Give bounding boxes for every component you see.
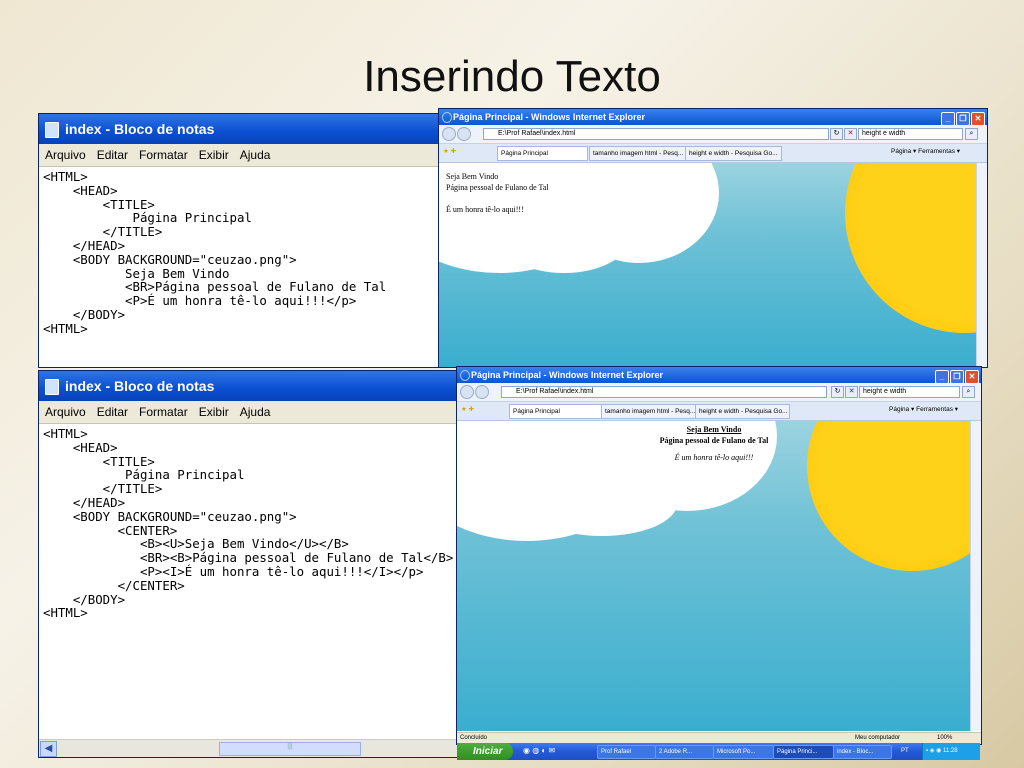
notepad-window-top[interactable]: index - Bloco de notas Arquivo Editar Form…	[38, 113, 442, 368]
notepad-icon	[45, 379, 59, 395]
stop-icon[interactable]: ✕	[844, 128, 857, 140]
taskbar: Iniciar ◉ ◍ ◐ ✉ Prof Rafael 2 Adobe R...…	[457, 743, 980, 760]
ie-icon	[460, 370, 470, 381]
task-powerpoint[interactable]: Microsoft Po...	[713, 745, 774, 759]
notepad-title-bar[interactable]: index - Bloco de notas	[39, 371, 459, 401]
favorites-star-icon[interactable]: ★ ✚	[461, 405, 474, 413]
code-text-area[interactable]: <HTML> <HEAD> <TITLE> Página Principal <…	[39, 167, 441, 336]
notepad-title-bar[interactable]: index - Bloco de notas	[39, 114, 441, 144]
task-adobe[interactable]: 2 Adobe R...	[655, 745, 714, 759]
search-input[interactable]: height e width	[858, 128, 963, 140]
forward-icon[interactable]	[457, 127, 471, 141]
scroll-thumb[interactable]: |||	[219, 742, 361, 756]
close-icon[interactable]: ✕	[971, 112, 985, 126]
notepad-title: index - Bloco de notas	[65, 121, 215, 137]
page-viewport[interactable]: Seja Bem Vindo Página pessoal de Fulano …	[439, 163, 987, 367]
window-buttons: _ ❐ ✕	[934, 368, 979, 384]
horizontal-scrollbar[interactable]: ◀ |||	[39, 739, 459, 757]
address-bar-row: E:\Prof Rafael\index.html ↻ ✕ height e w…	[457, 383, 981, 402]
clock: 11:28	[942, 748, 958, 754]
tab-height-width[interactable]: height e width - Pesquisa Go...	[695, 404, 790, 419]
refresh-icon[interactable]: ↻	[831, 386, 844, 398]
greeting-text: É um honra tê-lo aqui!!!	[446, 205, 524, 214]
browser-title-bar[interactable]: Página Principal - Windows Internet Expl…	[457, 367, 981, 384]
nav-buttons	[460, 385, 490, 399]
stop-icon[interactable]: ✕	[845, 386, 858, 398]
task-pagina-principal[interactable]: Página Princi...	[773, 745, 834, 759]
notepad-title: index - Bloco de notas	[65, 378, 215, 394]
window-buttons: _ ❐ ✕	[940, 110, 985, 126]
address-input[interactable]: E:\Prof Rafael\index.html	[483, 128, 829, 140]
tab-height-width[interactable]: height e width - Pesquisa Go...	[685, 146, 782, 161]
notepad-window-bottom[interactable]: index - Bloco de notas Arquivo Editar Form…	[38, 370, 460, 758]
browser-window-bottom[interactable]: Página Principal - Windows Internet Expl…	[456, 366, 982, 745]
tab-tamanho-imagem[interactable]: tamanho imagem html - Pesq...	[601, 404, 696, 419]
tray-icons[interactable]: ▪ ◈ ◉	[926, 748, 943, 754]
menu-arquivo[interactable]: Arquivo	[45, 148, 86, 162]
vertical-scrollbar[interactable]	[976, 163, 987, 367]
task-prof-rafael[interactable]: Prof Rafael	[597, 745, 656, 759]
restore-icon[interactable]: ❐	[956, 112, 970, 126]
menu-bar: Arquivo Editar Formatar Exibir Ajuda	[39, 144, 441, 167]
address-bar-row: E:\Prof Rafael\index.html ↻ ✕ height e w…	[439, 125, 987, 144]
scroll-left-icon[interactable]: ◀	[40, 741, 57, 757]
tab-bar: ★ ✚ Página Principal tamanho imagem html…	[439, 144, 987, 163]
menu-formatar[interactable]: Formatar	[139, 405, 188, 419]
cloud-image	[527, 471, 677, 536]
tab-pagina-principal[interactable]: Página Principal	[509, 404, 602, 419]
close-icon[interactable]: ✕	[965, 370, 979, 384]
greeting-text: É um honra tê-lo aqui!!!	[674, 453, 754, 462]
back-icon[interactable]	[442, 127, 456, 141]
refresh-icon[interactable]: ↻	[830, 128, 843, 140]
menu-formatar[interactable]: Formatar	[139, 148, 188, 162]
menu-editar[interactable]: Editar	[97, 148, 128, 162]
minimize-icon[interactable]: _	[941, 112, 955, 126]
menu-exibir[interactable]: Exibir	[199, 405, 229, 419]
subtitle-text: Página pessoal de Fulano de Tal	[659, 436, 769, 445]
browser-title-bar[interactable]: Página Principal - Windows Internet Expl…	[439, 109, 987, 126]
sun-image	[845, 163, 987, 333]
search-input[interactable]: height e width	[859, 386, 960, 398]
menu-editar[interactable]: Editar	[97, 405, 128, 419]
vertical-scrollbar[interactable]	[970, 421, 981, 731]
start-button[interactable]: Iniciar	[457, 743, 513, 760]
ie-icon	[442, 112, 452, 123]
subtitle-text: Página pessoal de Fulano de Tal	[446, 183, 549, 192]
restore-icon[interactable]: ❐	[950, 370, 964, 384]
system-tray: ▪ ◈ ◉ 11:28	[922, 743, 980, 760]
nav-buttons	[442, 127, 472, 141]
search-icon[interactable]: ⌕	[962, 386, 975, 398]
page-text: Seja Bem Vindo Página pessoal de Fulano …	[457, 424, 971, 463]
tab-tamanho-imagem[interactable]: tamanho imagem html - Pesq...	[589, 146, 686, 161]
page-viewport[interactable]: Seja Bem Vindo Página pessoal de Fulano …	[457, 421, 981, 731]
page-text: Seja Bem Vindo Página pessoal de Fulano …	[446, 171, 549, 215]
menu-arquivo[interactable]: Arquivo	[45, 405, 86, 419]
task-notepad[interactable]: index - Bloc...	[833, 745, 892, 759]
forward-icon[interactable]	[475, 385, 489, 399]
welcome-text: Seja Bem Vindo	[446, 172, 499, 181]
slide-title: Inserindo Texto	[363, 52, 661, 101]
address-input[interactable]: E:\Prof Rafael\index.html	[501, 386, 827, 398]
browser-title: Página Principal - Windows Internet Expl…	[471, 370, 663, 380]
code-text-area[interactable]: <HTML> <HEAD> <TITLE> Página Principal <…	[39, 424, 459, 620]
notepad-icon	[45, 122, 59, 138]
quick-launch-icons[interactable]: ◉ ◍ ◐ ✉	[523, 746, 555, 755]
favorites-star-icon[interactable]: ★ ✚	[443, 147, 456, 155]
command-bar[interactable]: Página ▾ Ferramentas ▾	[891, 147, 960, 155]
browser-title: Página Principal - Windows Internet Expl…	[453, 112, 645, 122]
menu-exibir[interactable]: Exibir	[199, 148, 229, 162]
search-icon[interactable]: ⌕	[965, 128, 978, 140]
menu-ajuda[interactable]: Ajuda	[240, 405, 271, 419]
back-icon[interactable]	[460, 385, 474, 399]
welcome-text: Seja Bem Vindo	[686, 425, 742, 434]
tab-pagina-principal[interactable]: Página Principal	[497, 146, 588, 161]
language-indicator[interactable]: PT	[901, 743, 909, 760]
command-bar[interactable]: Página ▾ Ferramentas ▾	[889, 405, 958, 413]
browser-window-top[interactable]: Página Principal - Windows Internet Expl…	[438, 108, 988, 368]
menu-ajuda[interactable]: Ajuda	[240, 148, 271, 162]
tab-bar: ★ ✚ Página Principal tamanho imagem html…	[457, 402, 981, 421]
minimize-icon[interactable]: _	[935, 370, 949, 384]
menu-bar: Arquivo Editar Formatar Exibir Ajuda	[39, 401, 459, 424]
